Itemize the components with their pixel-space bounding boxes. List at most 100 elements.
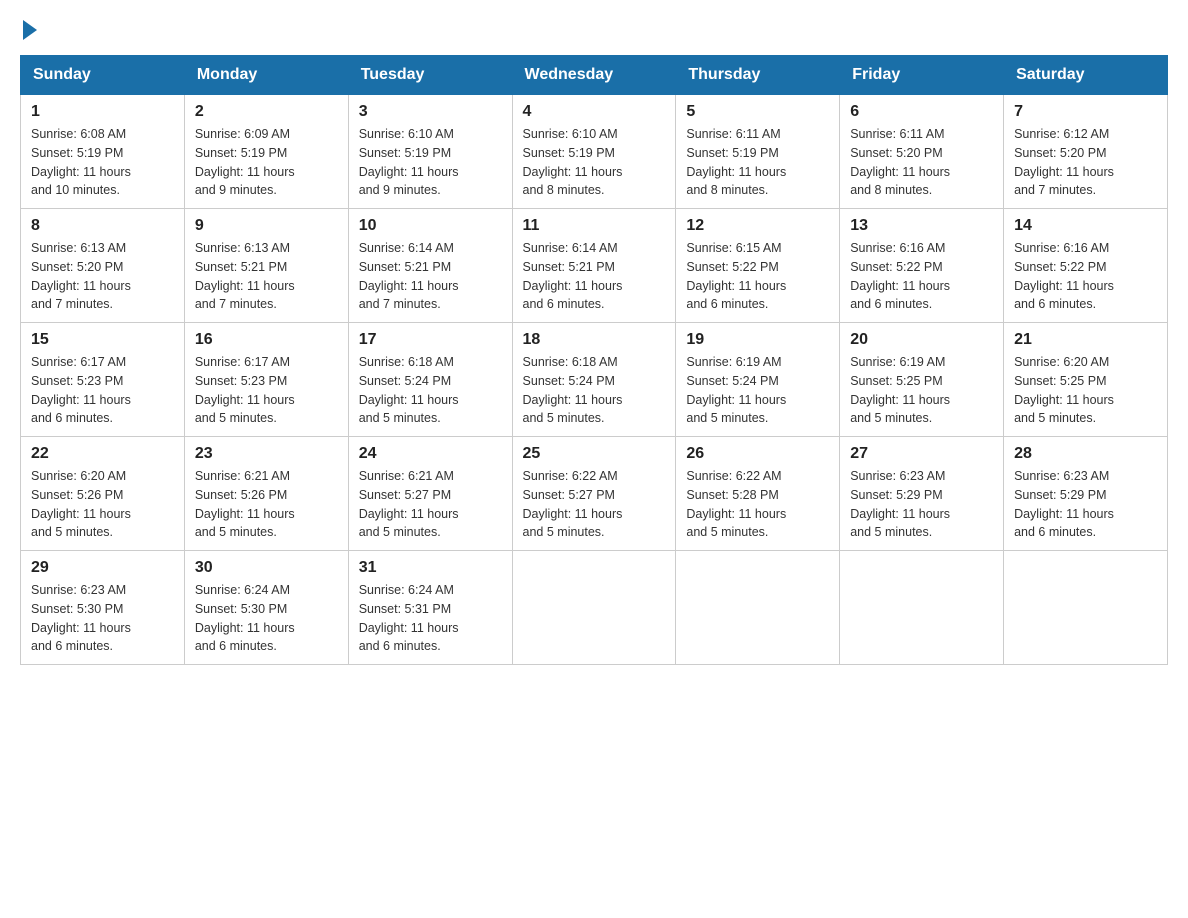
day-of-week-header: Monday	[184, 56, 348, 95]
calendar-cell: 28 Sunrise: 6:23 AM Sunset: 5:29 PM Dayl…	[1004, 437, 1168, 551]
calendar-cell: 9 Sunrise: 6:13 AM Sunset: 5:21 PM Dayli…	[184, 209, 348, 323]
logo	[20, 20, 37, 35]
day-info: Sunrise: 6:17 AM Sunset: 5:23 PM Dayligh…	[195, 353, 338, 428]
calendar-cell: 26 Sunrise: 6:22 AM Sunset: 5:28 PM Dayl…	[676, 437, 840, 551]
day-number: 6	[850, 103, 993, 121]
day-number: 14	[1014, 217, 1157, 235]
day-number: 18	[523, 331, 666, 349]
calendar-cell: 21 Sunrise: 6:20 AM Sunset: 5:25 PM Dayl…	[1004, 323, 1168, 437]
calendar-cell: 23 Sunrise: 6:21 AM Sunset: 5:26 PM Dayl…	[184, 437, 348, 551]
day-of-week-header: Sunday	[21, 56, 185, 95]
calendar-cell	[676, 551, 840, 665]
day-number: 17	[359, 331, 502, 349]
day-info: Sunrise: 6:21 AM Sunset: 5:27 PM Dayligh…	[359, 467, 502, 542]
day-number: 2	[195, 103, 338, 121]
calendar-week-row: 29 Sunrise: 6:23 AM Sunset: 5:30 PM Dayl…	[21, 551, 1168, 665]
day-of-week-header: Saturday	[1004, 56, 1168, 95]
day-number: 28	[1014, 445, 1157, 463]
calendar-week-row: 8 Sunrise: 6:13 AM Sunset: 5:20 PM Dayli…	[21, 209, 1168, 323]
calendar-cell: 20 Sunrise: 6:19 AM Sunset: 5:25 PM Dayl…	[840, 323, 1004, 437]
calendar-cell: 17 Sunrise: 6:18 AM Sunset: 5:24 PM Dayl…	[348, 323, 512, 437]
day-info: Sunrise: 6:23 AM Sunset: 5:29 PM Dayligh…	[1014, 467, 1157, 542]
calendar-cell: 5 Sunrise: 6:11 AM Sunset: 5:19 PM Dayli…	[676, 95, 840, 209]
day-number: 1	[31, 103, 174, 121]
day-number: 23	[195, 445, 338, 463]
calendar-cell: 29 Sunrise: 6:23 AM Sunset: 5:30 PM Dayl…	[21, 551, 185, 665]
day-info: Sunrise: 6:19 AM Sunset: 5:24 PM Dayligh…	[686, 353, 829, 428]
day-number: 10	[359, 217, 502, 235]
day-number: 16	[195, 331, 338, 349]
day-number: 30	[195, 559, 338, 577]
day-of-week-header: Tuesday	[348, 56, 512, 95]
day-number: 5	[686, 103, 829, 121]
calendar-cell: 11 Sunrise: 6:14 AM Sunset: 5:21 PM Dayl…	[512, 209, 676, 323]
calendar-cell: 3 Sunrise: 6:10 AM Sunset: 5:19 PM Dayli…	[348, 95, 512, 209]
calendar-cell: 16 Sunrise: 6:17 AM Sunset: 5:23 PM Dayl…	[184, 323, 348, 437]
calendar-table: SundayMondayTuesdayWednesdayThursdayFrid…	[20, 55, 1168, 665]
calendar-cell: 13 Sunrise: 6:16 AM Sunset: 5:22 PM Dayl…	[840, 209, 1004, 323]
day-info: Sunrise: 6:24 AM Sunset: 5:30 PM Dayligh…	[195, 581, 338, 656]
calendar-cell: 12 Sunrise: 6:15 AM Sunset: 5:22 PM Dayl…	[676, 209, 840, 323]
calendar-cell: 15 Sunrise: 6:17 AM Sunset: 5:23 PM Dayl…	[21, 323, 185, 437]
calendar-cell: 6 Sunrise: 6:11 AM Sunset: 5:20 PM Dayli…	[840, 95, 1004, 209]
day-info: Sunrise: 6:11 AM Sunset: 5:19 PM Dayligh…	[686, 125, 829, 200]
calendar-week-row: 15 Sunrise: 6:17 AM Sunset: 5:23 PM Dayl…	[21, 323, 1168, 437]
day-number: 4	[523, 103, 666, 121]
calendar-cell	[1004, 551, 1168, 665]
calendar-cell: 10 Sunrise: 6:14 AM Sunset: 5:21 PM Dayl…	[348, 209, 512, 323]
day-info: Sunrise: 6:22 AM Sunset: 5:27 PM Dayligh…	[523, 467, 666, 542]
day-of-week-header: Wednesday	[512, 56, 676, 95]
day-info: Sunrise: 6:10 AM Sunset: 5:19 PM Dayligh…	[359, 125, 502, 200]
calendar-cell	[512, 551, 676, 665]
day-number: 15	[31, 331, 174, 349]
day-info: Sunrise: 6:11 AM Sunset: 5:20 PM Dayligh…	[850, 125, 993, 200]
calendar-cell: 8 Sunrise: 6:13 AM Sunset: 5:20 PM Dayli…	[21, 209, 185, 323]
day-number: 11	[523, 217, 666, 235]
day-number: 29	[31, 559, 174, 577]
day-info: Sunrise: 6:08 AM Sunset: 5:19 PM Dayligh…	[31, 125, 174, 200]
day-info: Sunrise: 6:16 AM Sunset: 5:22 PM Dayligh…	[850, 239, 993, 314]
day-number: 27	[850, 445, 993, 463]
day-info: Sunrise: 6:14 AM Sunset: 5:21 PM Dayligh…	[359, 239, 502, 314]
day-info: Sunrise: 6:12 AM Sunset: 5:20 PM Dayligh…	[1014, 125, 1157, 200]
day-info: Sunrise: 6:16 AM Sunset: 5:22 PM Dayligh…	[1014, 239, 1157, 314]
day-number: 24	[359, 445, 502, 463]
calendar-cell: 25 Sunrise: 6:22 AM Sunset: 5:27 PM Dayl…	[512, 437, 676, 551]
calendar-header-row: SundayMondayTuesdayWednesdayThursdayFrid…	[21, 56, 1168, 95]
day-info: Sunrise: 6:20 AM Sunset: 5:25 PM Dayligh…	[1014, 353, 1157, 428]
day-number: 3	[359, 103, 502, 121]
page-header	[20, 20, 1168, 35]
day-info: Sunrise: 6:13 AM Sunset: 5:20 PM Dayligh…	[31, 239, 174, 314]
day-info: Sunrise: 6:20 AM Sunset: 5:26 PM Dayligh…	[31, 467, 174, 542]
day-number: 20	[850, 331, 993, 349]
calendar-cell: 31 Sunrise: 6:24 AM Sunset: 5:31 PM Dayl…	[348, 551, 512, 665]
calendar-cell: 30 Sunrise: 6:24 AM Sunset: 5:30 PM Dayl…	[184, 551, 348, 665]
calendar-cell: 24 Sunrise: 6:21 AM Sunset: 5:27 PM Dayl…	[348, 437, 512, 551]
calendar-cell: 2 Sunrise: 6:09 AM Sunset: 5:19 PM Dayli…	[184, 95, 348, 209]
day-number: 22	[31, 445, 174, 463]
calendar-cell: 22 Sunrise: 6:20 AM Sunset: 5:26 PM Dayl…	[21, 437, 185, 551]
day-number: 9	[195, 217, 338, 235]
calendar-week-row: 1 Sunrise: 6:08 AM Sunset: 5:19 PM Dayli…	[21, 95, 1168, 209]
day-info: Sunrise: 6:18 AM Sunset: 5:24 PM Dayligh…	[359, 353, 502, 428]
day-info: Sunrise: 6:24 AM Sunset: 5:31 PM Dayligh…	[359, 581, 502, 656]
calendar-cell: 19 Sunrise: 6:19 AM Sunset: 5:24 PM Dayl…	[676, 323, 840, 437]
day-info: Sunrise: 6:13 AM Sunset: 5:21 PM Dayligh…	[195, 239, 338, 314]
calendar-cell: 1 Sunrise: 6:08 AM Sunset: 5:19 PM Dayli…	[21, 95, 185, 209]
calendar-week-row: 22 Sunrise: 6:20 AM Sunset: 5:26 PM Dayl…	[21, 437, 1168, 551]
day-of-week-header: Friday	[840, 56, 1004, 95]
day-info: Sunrise: 6:18 AM Sunset: 5:24 PM Dayligh…	[523, 353, 666, 428]
day-number: 21	[1014, 331, 1157, 349]
day-info: Sunrise: 6:19 AM Sunset: 5:25 PM Dayligh…	[850, 353, 993, 428]
day-number: 7	[1014, 103, 1157, 121]
day-info: Sunrise: 6:17 AM Sunset: 5:23 PM Dayligh…	[31, 353, 174, 428]
day-number: 8	[31, 217, 174, 235]
calendar-cell	[840, 551, 1004, 665]
day-number: 13	[850, 217, 993, 235]
day-info: Sunrise: 6:23 AM Sunset: 5:29 PM Dayligh…	[850, 467, 993, 542]
day-info: Sunrise: 6:14 AM Sunset: 5:21 PM Dayligh…	[523, 239, 666, 314]
day-info: Sunrise: 6:09 AM Sunset: 5:19 PM Dayligh…	[195, 125, 338, 200]
day-of-week-header: Thursday	[676, 56, 840, 95]
day-number: 25	[523, 445, 666, 463]
day-number: 31	[359, 559, 502, 577]
